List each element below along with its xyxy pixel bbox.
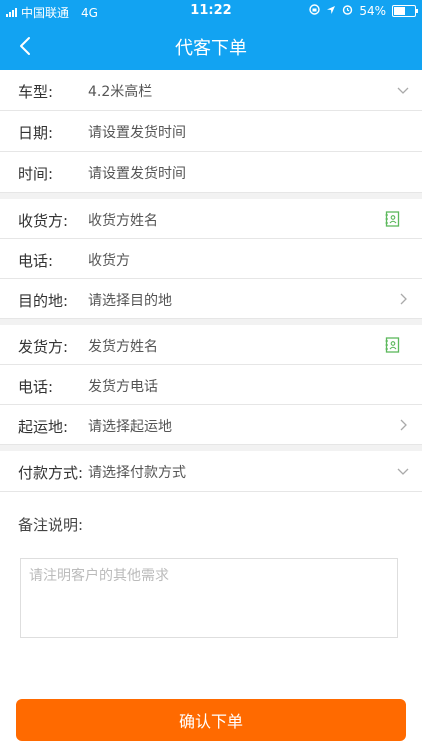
- origin-label: 起运地:: [18, 418, 69, 436]
- date-value: 请设置发货时间: [88, 125, 186, 141]
- time-row[interactable]: 时间: 请设置发货时间: [0, 152, 422, 193]
- date-label: 日期:: [18, 124, 54, 142]
- chevron-right-icon: [400, 419, 407, 431]
- sender-row[interactable]: 发货方: 发货方姓名: [0, 325, 422, 365]
- payment-value: 请选择付款方式: [88, 465, 186, 481]
- schedule-section: 车型: 4.2米高栏 日期: 请设置发货时间 时间: 请设置发货时间: [0, 70, 422, 193]
- destination-row[interactable]: 目的地: 请选择目的地: [0, 279, 422, 319]
- receiver-section: 收货方: 收货方姓名 电话: 收货方 目的地: 请选择目的地: [0, 199, 422, 319]
- receiver-name-field[interactable]: 收货方姓名: [88, 210, 158, 230]
- contact-book-icon[interactable]: [385, 211, 400, 227]
- receiver-phone-field[interactable]: 收货方: [88, 250, 130, 270]
- chevron-right-icon: [400, 293, 407, 305]
- chevron-down-icon: [397, 87, 409, 94]
- status-bar: 中国联通 4G 11:22 54%: [0, 0, 422, 22]
- receiver-phone-label: 电话:: [18, 252, 54, 270]
- sender-label: 发货方:: [18, 338, 69, 356]
- payment-label: 付款方式:: [18, 464, 84, 482]
- sender-section: 发货方: 发货方姓名 电话: 发货方电话 起运地: 请选择起运地: [0, 325, 422, 445]
- origin-row[interactable]: 起运地: 请选择起运地: [0, 405, 422, 445]
- header-bar: 代客下单: [0, 22, 422, 70]
- confirm-order-button[interactable]: 确认下单: [16, 699, 406, 741]
- battery-icon: [392, 5, 418, 17]
- sender-phone-row[interactable]: 电话: 发货方电话: [0, 365, 422, 405]
- lock-rotation-icon: [309, 4, 321, 18]
- payment-row[interactable]: 付款方式: 请选择付款方式: [0, 451, 422, 492]
- sender-name-field[interactable]: 发货方姓名: [88, 336, 158, 356]
- alarm-icon: [342, 4, 353, 18]
- time-value: 请设置发货时间: [88, 166, 186, 182]
- remark-label: 备注说明:: [18, 516, 84, 534]
- location-icon: [326, 4, 336, 18]
- battery-percent: 54%: [359, 4, 386, 18]
- sender-phone-field[interactable]: 发货方电话: [88, 376, 158, 396]
- status-right: 54%: [309, 4, 418, 18]
- vehicle-value: 4.2米高栏: [88, 84, 153, 100]
- remark-textarea[interactable]: [20, 558, 398, 638]
- chevron-down-icon: [397, 468, 409, 475]
- destination-value: 请选择目的地: [88, 293, 172, 309]
- origin-value: 请选择起运地: [88, 419, 172, 435]
- vehicle-row[interactable]: 车型: 4.2米高栏: [0, 70, 422, 111]
- receiver-row[interactable]: 收货方: 收货方姓名: [0, 199, 422, 239]
- sender-phone-label: 电话:: [18, 378, 54, 396]
- contact-book-icon[interactable]: [385, 337, 400, 353]
- page-title: 代客下单: [175, 38, 247, 59]
- vehicle-label: 车型:: [18, 83, 54, 101]
- date-row[interactable]: 日期: 请设置发货时间: [0, 111, 422, 152]
- receiver-phone-row[interactable]: 电话: 收货方: [0, 239, 422, 279]
- receiver-label: 收货方:: [18, 212, 69, 230]
- destination-label: 目的地:: [18, 292, 69, 310]
- payment-section: 付款方式: 请选择付款方式: [0, 451, 422, 492]
- time-label: 时间:: [18, 165, 54, 183]
